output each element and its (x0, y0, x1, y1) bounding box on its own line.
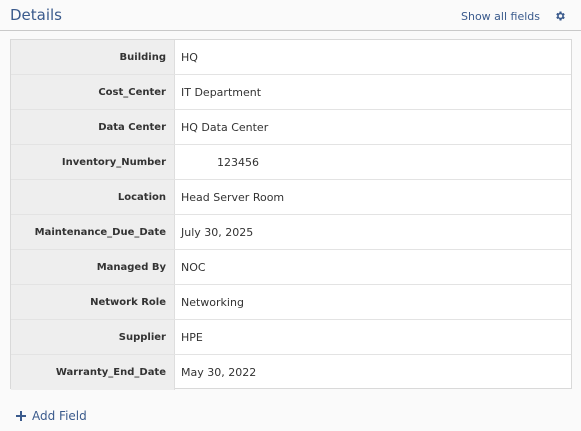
field-value[interactable]: 123456 (217, 145, 259, 180)
show-all-fields-link[interactable]: Show all fields (461, 10, 540, 23)
field-row-supplier: Supplier HPE (11, 320, 571, 355)
field-value[interactable]: HPE (181, 320, 203, 355)
field-value[interactable]: IT Department (181, 75, 261, 110)
field-value[interactable]: May 30, 2022 (181, 355, 256, 390)
field-row-warranty-end-date: Warranty_End_Date May 30, 2022 (11, 355, 571, 390)
section-title: Details (10, 6, 63, 24)
field-row-data-center: Data Center HQ Data Center (11, 110, 571, 145)
field-label: Network Role (11, 285, 175, 319)
details-header: Details Show all fields (0, 0, 581, 31)
field-value[interactable]: July 30, 2025 (181, 215, 253, 250)
field-value[interactable]: Head Server Room (181, 180, 284, 215)
field-row-building: Building HQ (11, 40, 571, 75)
field-row-managed-by: Managed By NOC (11, 250, 571, 285)
field-label: Supplier (11, 320, 175, 354)
add-field-label: Add Field (32, 409, 87, 423)
gear-icon[interactable] (554, 10, 566, 22)
field-label: Maintenance_Due_Date (11, 215, 175, 249)
field-label: Location (11, 180, 175, 214)
field-value[interactable]: Networking (181, 285, 244, 320)
field-label: Data Center (11, 110, 175, 144)
add-field-button[interactable]: Add Field (16, 409, 87, 423)
field-value[interactable]: HQ (181, 40, 198, 75)
field-row-inventory-number: Inventory_Number 123456 (11, 145, 571, 180)
field-row-network-role: Network Role Networking (11, 285, 571, 320)
field-label: Inventory_Number (11, 145, 175, 179)
field-label: Warranty_End_Date (11, 355, 175, 390)
field-value[interactable]: NOC (181, 250, 206, 285)
field-row-cost-center: Cost_Center IT Department (11, 75, 571, 110)
field-row-location: Location Head Server Room (11, 180, 571, 215)
plus-icon (16, 411, 26, 421)
field-label: Building (11, 40, 175, 74)
field-label: Managed By (11, 250, 175, 284)
field-row-maintenance-due-date: Maintenance_Due_Date July 30, 2025 (11, 215, 571, 250)
details-table: Building HQ Cost_Center IT Department Da… (10, 39, 572, 390)
field-value[interactable]: HQ Data Center (181, 110, 268, 145)
field-label: Cost_Center (11, 75, 175, 109)
